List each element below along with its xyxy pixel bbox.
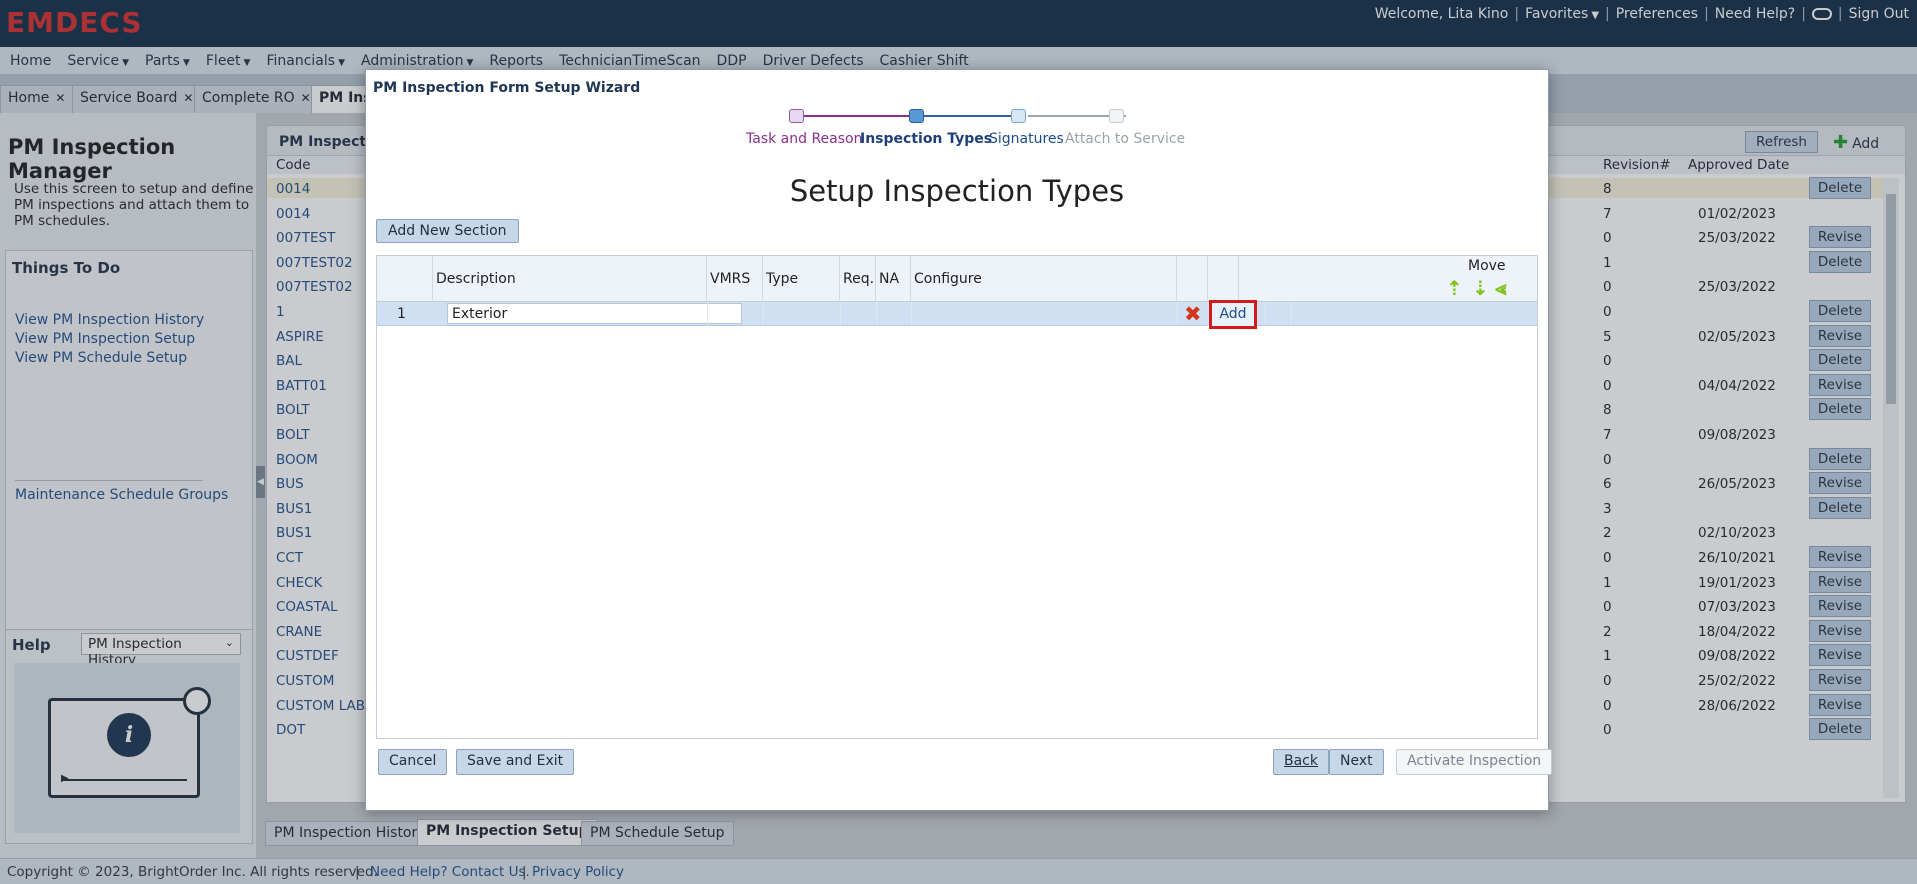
col-type[interactable]: Type bbox=[763, 256, 840, 302]
col-move: Move bbox=[1468, 258, 1506, 274]
move-indent-arrow-icon[interactable]: ⪡ bbox=[1495, 276, 1506, 300]
step-task-and-reason[interactable]: Task and Reason bbox=[746, 131, 862, 147]
col-vmrs[interactable]: VMRS bbox=[707, 256, 763, 302]
dialog-title: PM Inspection Form Setup Wizard bbox=[373, 80, 641, 96]
step-dot-inspection-types[interactable] bbox=[909, 109, 924, 123]
step-dot-task-reason[interactable] bbox=[789, 109, 804, 123]
step-inspection-types[interactable]: Inspection Types bbox=[860, 131, 992, 147]
step-signatures[interactable]: Signatures bbox=[989, 131, 1064, 147]
wizard-stepper: Task and Reason Inspection Types Signatu… bbox=[366, 105, 1548, 155]
move-up-arrow-icon[interactable]: ⇡ bbox=[1446, 276, 1463, 300]
save-and-exit-button[interactable]: Save and Exit bbox=[456, 749, 575, 775]
move-down-arrow-icon[interactable]: ⇣ bbox=[1472, 276, 1489, 300]
col-configure[interactable]: Configure bbox=[911, 256, 1177, 302]
row-number: 1 bbox=[397, 306, 406, 322]
section-row[interactable]: 1 Exterior ✖ bbox=[377, 302, 1537, 326]
cancel-button[interactable]: Cancel bbox=[378, 749, 448, 775]
setup-wizard-dialog: PM Inspection Form Setup Wizard Task and… bbox=[365, 69, 1553, 811]
col-description[interactable]: Description bbox=[433, 256, 707, 302]
section-heading: Setup Inspection Types bbox=[789, 174, 1125, 208]
col-na[interactable]: NA bbox=[876, 256, 911, 302]
col-row-number bbox=[377, 256, 433, 302]
activate-inspection-button: Activate Inspection bbox=[1396, 749, 1553, 775]
step-attach-to-service: Attach to Service bbox=[1065, 131, 1186, 147]
next-button[interactable]: Next bbox=[1329, 749, 1384, 775]
step-dot-signatures[interactable] bbox=[1011, 109, 1026, 123]
step-dot-attach-service bbox=[1109, 109, 1124, 123]
add-item-button[interactable]: Add bbox=[1209, 300, 1257, 329]
description-input[interactable]: Exterior bbox=[447, 303, 742, 324]
add-new-section-button[interactable]: Add New Section bbox=[376, 219, 519, 243]
back-button[interactable]: Back bbox=[1273, 749, 1329, 775]
col-req[interactable]: Req. bbox=[840, 256, 876, 302]
grid-header: Description VMRS Type Req. NA Configure … bbox=[377, 256, 1537, 302]
delete-x-icon[interactable]: ✖ bbox=[1184, 302, 1202, 326]
inspection-types-grid: Description VMRS Type Req. NA Configure … bbox=[376, 255, 1538, 739]
